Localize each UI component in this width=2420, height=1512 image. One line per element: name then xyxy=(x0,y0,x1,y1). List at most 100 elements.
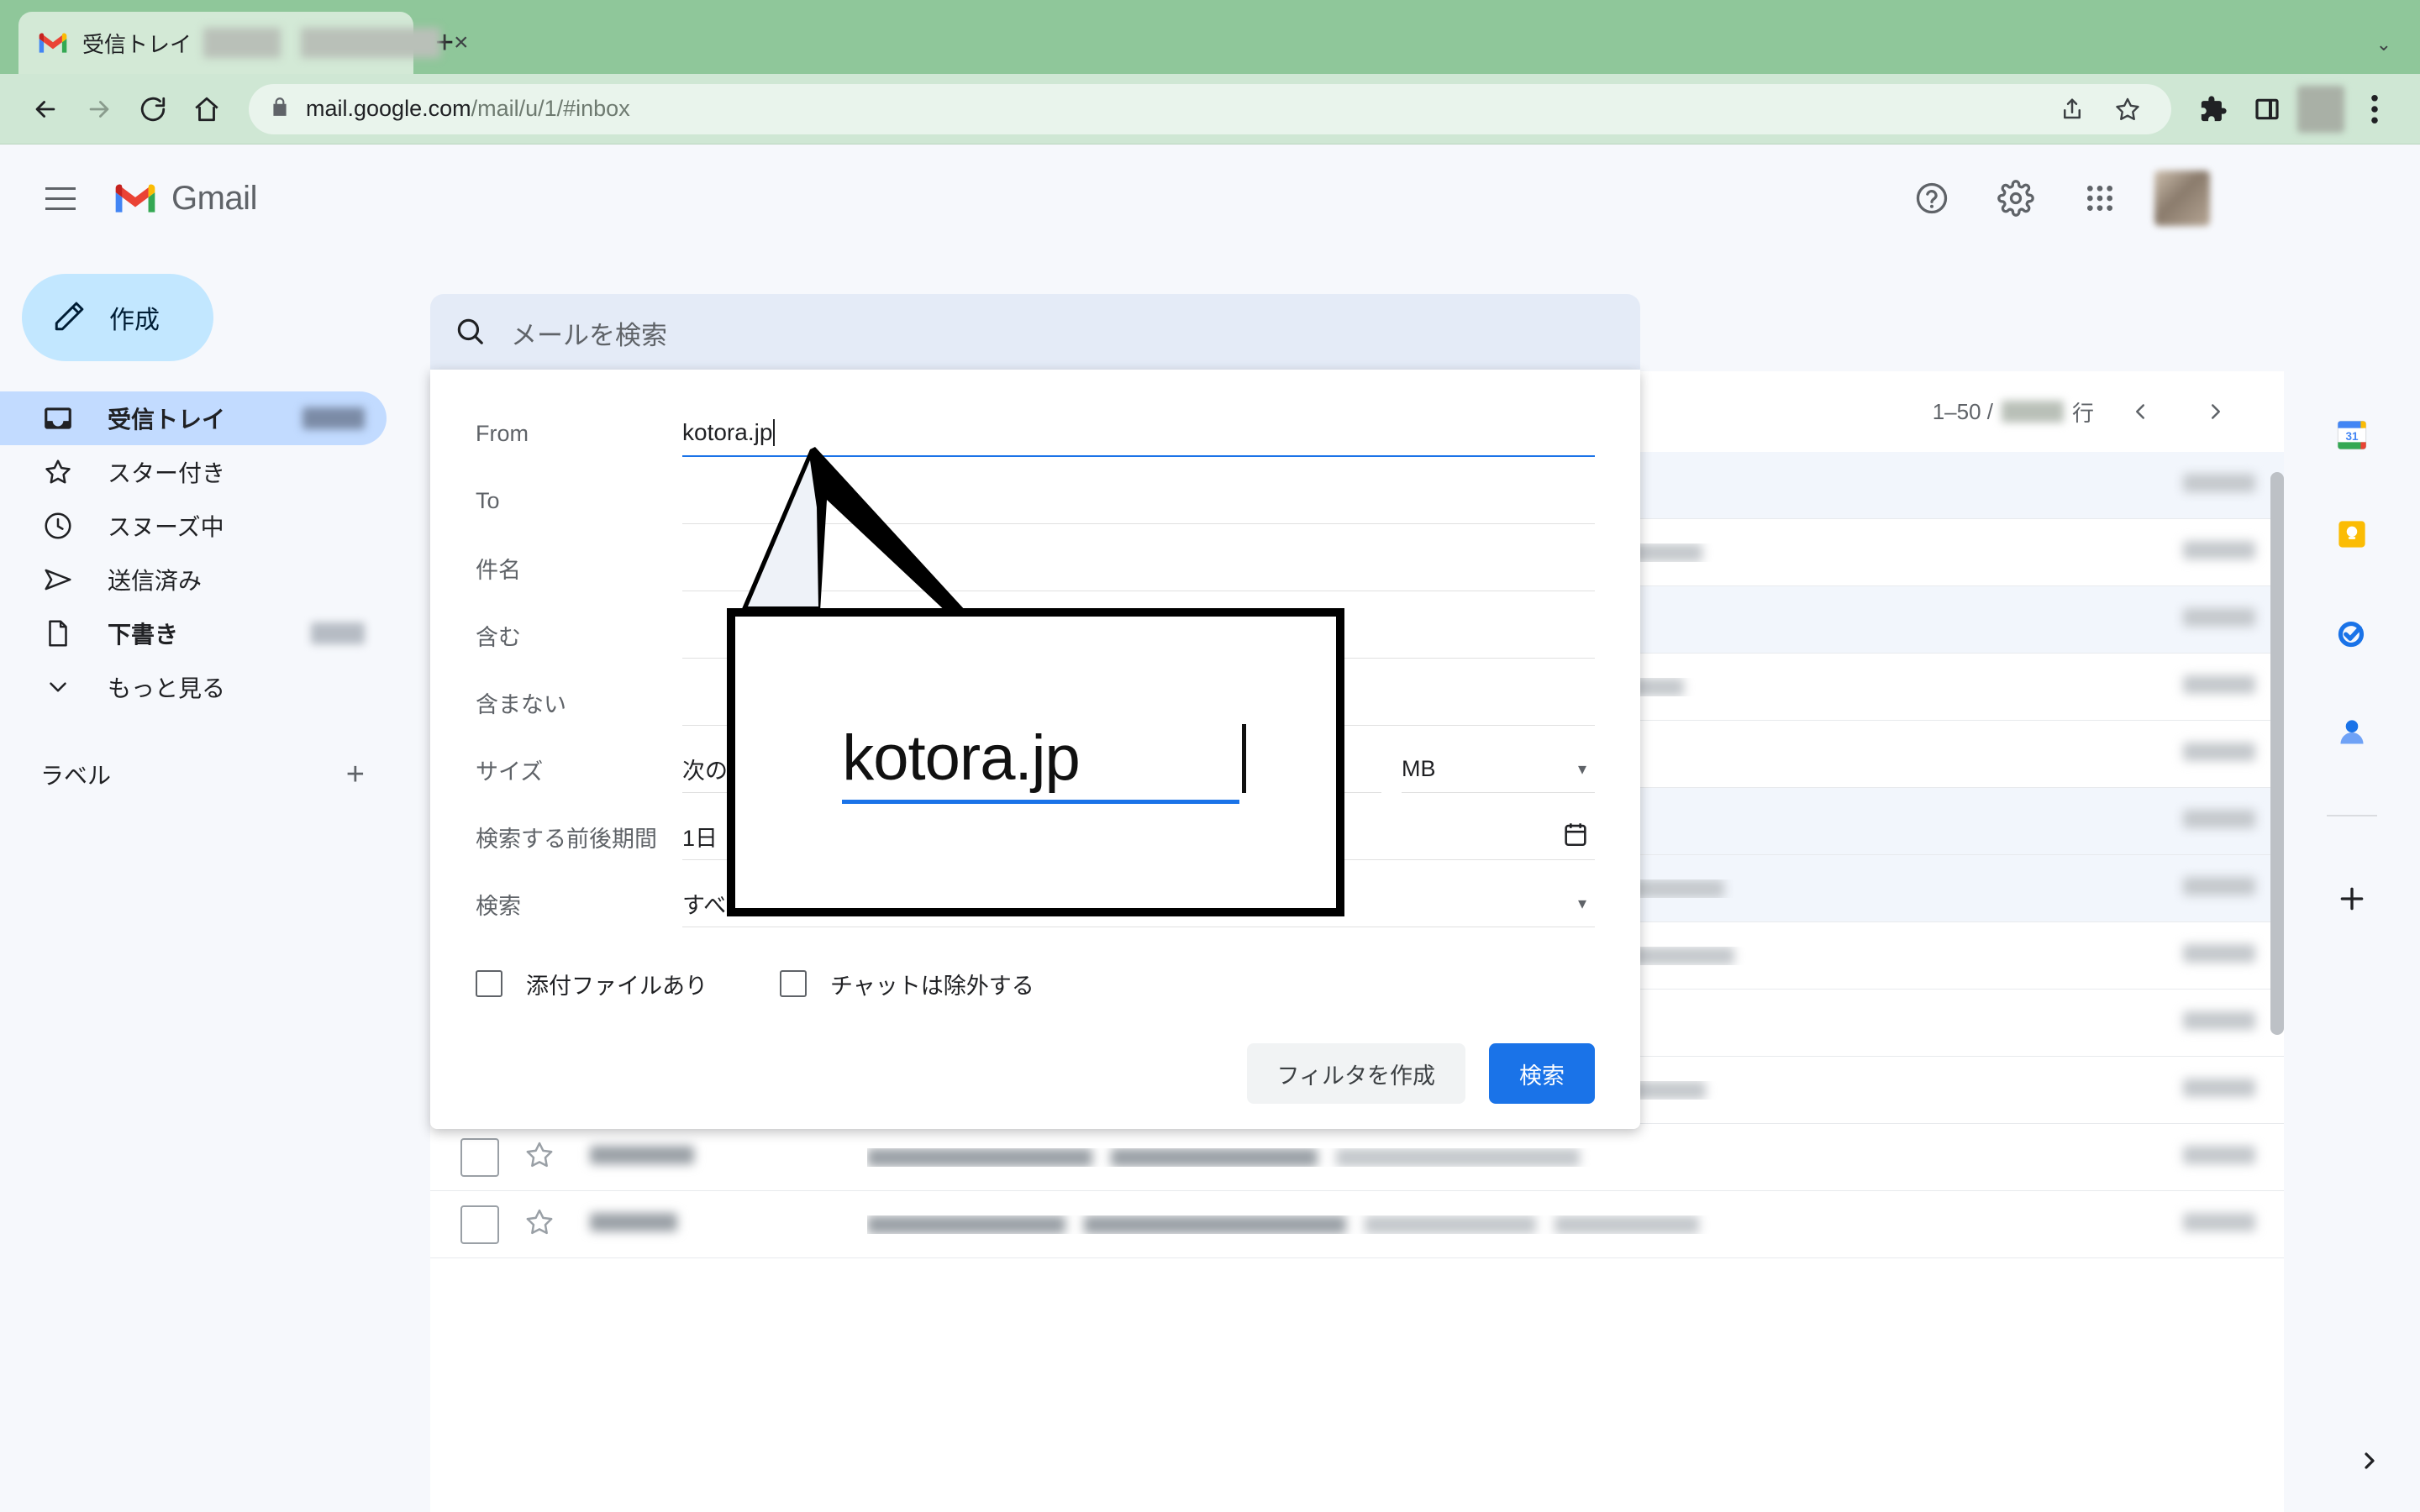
chevron-down-icon: ▾ xyxy=(1577,760,1586,779)
help-icon[interactable] xyxy=(1902,169,1961,228)
mail-list-scrollbar[interactable] xyxy=(2270,472,2284,1035)
gmail-header: Gmail xyxy=(0,144,2420,252)
field-excludes-label: 含まない xyxy=(476,691,566,717)
puzzle-icon[interactable] xyxy=(2190,86,2237,133)
tab-close-icon[interactable]: × xyxy=(454,30,469,55)
lock-icon xyxy=(269,94,291,123)
sidebar-item-more[interactable]: もっと見る xyxy=(0,660,387,714)
reload-icon[interactable] xyxy=(129,86,176,133)
sidebar-item-inbox[interactable]: 受信トレイ xyxy=(0,391,387,445)
row-date-redacted xyxy=(2183,743,2284,765)
row-star-icon[interactable] xyxy=(523,1205,561,1243)
inbox-icon xyxy=(40,402,76,434)
sidebar-item-starred[interactable]: スター付き xyxy=(0,445,387,499)
exclude-chats-checkbox[interactable] xyxy=(780,970,807,997)
drafts-count-redacted xyxy=(311,622,365,644)
sidebar-item-label: もっと見る xyxy=(108,675,226,701)
home-icon[interactable] xyxy=(183,86,230,133)
gear-icon[interactable] xyxy=(1986,169,2045,228)
url-host: mail.google.com xyxy=(306,96,471,121)
row-star-icon[interactable] xyxy=(523,1138,561,1176)
sidebar-item-snoozed[interactable]: スヌーズ中 xyxy=(0,499,387,553)
browser-chrome: 受信トレイ × + ⌄ mail.google.com/mail/u/1/#in… xyxy=(0,0,2420,144)
forward-arrow-icon[interactable] xyxy=(76,86,123,133)
compose-label: 作成 xyxy=(109,307,160,334)
back-arrow-icon[interactable] xyxy=(22,86,69,133)
gmail-logo[interactable]: Gmail xyxy=(113,180,257,218)
row-select-checkbox[interactable] xyxy=(460,1137,499,1177)
tab-title: 受信トレイ xyxy=(82,28,441,59)
exclude-chats-label: チャットは除外する xyxy=(830,973,1034,999)
field-size-label: サイズ xyxy=(476,759,544,785)
rail-divider xyxy=(2327,815,2377,816)
compose-button[interactable]: 作成 xyxy=(22,274,213,361)
size-unit-select[interactable]: MB ▾ xyxy=(1402,746,1595,793)
omnibox[interactable]: mail.google.com/mail/u/1/#inbox xyxy=(249,83,2171,134)
avatar[interactable] xyxy=(2154,171,2210,226)
field-subject-label: 件名 xyxy=(476,557,521,583)
pencil-icon xyxy=(52,298,87,338)
star-outline-icon[interactable] xyxy=(2104,86,2151,133)
google-contacts-icon[interactable] xyxy=(2328,709,2375,756)
expand-panel-button[interactable] xyxy=(2356,1447,2383,1482)
field-to-label: To xyxy=(476,487,500,513)
window-controls-caret-icon[interactable]: ⌄ xyxy=(2376,34,2391,55)
field-date-range-label: 検索する前後期間 xyxy=(476,826,657,852)
sidebar-item-sent[interactable]: 送信済み xyxy=(0,553,387,606)
apps-grid-icon[interactable] xyxy=(2070,169,2129,228)
has-attachment-checkbox[interactable] xyxy=(476,970,502,997)
calendar-icon[interactable] xyxy=(1561,820,1590,854)
search-bar[interactable]: メールを検索 xyxy=(430,294,1640,371)
google-keep-icon[interactable] xyxy=(2328,511,2375,558)
has-attachment-label: 添付ファイルあり xyxy=(526,973,708,999)
add-label-button[interactable]: + xyxy=(346,759,365,790)
create-filter-button[interactable]: フィルタを作成 xyxy=(1246,1043,1465,1104)
send-icon xyxy=(40,564,76,596)
google-calendar-icon[interactable]: 31 xyxy=(2328,412,2375,459)
pagination-next-button[interactable] xyxy=(2186,382,2245,441)
search-input[interactable]: メールを検索 xyxy=(511,314,667,352)
hamburger-icon[interactable] xyxy=(30,168,91,228)
mail-row[interactable] xyxy=(430,1191,2284,1258)
browser-tab[interactable]: 受信トレイ × xyxy=(18,12,469,74)
draft-icon xyxy=(40,617,76,649)
chevron-down-icon: ▾ xyxy=(1577,895,1586,913)
gmail-app: Gmail 作成 受信トレイ スター付き スヌーズ中 送信済み 下書き もっと見… xyxy=(0,144,2420,1512)
gmail-logo-text: Gmail xyxy=(171,179,257,217)
pagination-total-redacted xyxy=(2001,401,2064,423)
sidebar-item-label: 受信トレイ xyxy=(108,407,226,433)
annotation-callout: kotora.jp xyxy=(727,608,1344,916)
add-app-button[interactable] xyxy=(2328,875,2375,922)
row-date-redacted xyxy=(2183,541,2284,564)
share-icon[interactable] xyxy=(2049,86,2096,133)
google-tasks-icon[interactable] xyxy=(2328,610,2375,657)
sidebar-item-label: スヌーズ中 xyxy=(108,514,224,540)
pagination-prev-button[interactable] xyxy=(2111,382,2170,441)
sidebar-item-drafts[interactable]: 下書き xyxy=(0,606,387,660)
search-button[interactable]: 検索 xyxy=(1489,1043,1595,1104)
three-dot-menu-icon[interactable] xyxy=(2351,86,2398,133)
size-unit-value: MB xyxy=(1402,756,1436,781)
row-subject-redacted xyxy=(867,1147,2163,1167)
row-date-redacted xyxy=(2183,877,2284,900)
tab-strip: 受信トレイ × + ⌄ xyxy=(0,0,2420,74)
text-caret xyxy=(773,419,776,446)
row-date-redacted xyxy=(2183,1213,2284,1236)
annotation-callout-text: kotora.jp xyxy=(842,722,1239,804)
tab-title-redacted-1 xyxy=(203,28,281,58)
row-sender-redacted xyxy=(590,1146,867,1168)
date-period-value: 1日 xyxy=(682,826,718,851)
chevron-down-icon xyxy=(40,673,76,701)
row-date-redacted xyxy=(2183,608,2284,631)
search-panel-checkboxes: 添付ファイルあり チャットは除外する xyxy=(476,954,1595,1013)
sidebar-item-label: 下書き xyxy=(108,622,179,648)
side-panel-icon[interactable] xyxy=(2244,86,2291,133)
row-sender-redacted xyxy=(590,1213,867,1236)
sidebar: 作成 受信トレイ スター付き スヌーズ中 送信済み 下書き もっと見る ラベル … xyxy=(0,252,430,1512)
mail-row[interactable] xyxy=(430,1124,2284,1191)
clock-icon xyxy=(40,510,76,542)
row-select-checkbox[interactable] xyxy=(460,1205,499,1244)
sidebar-nav: 受信トレイ スター付き スヌーズ中 送信済み 下書き もっと見る xyxy=(0,391,430,714)
row-date-redacted xyxy=(2183,944,2284,967)
browser-profile-avatar[interactable] xyxy=(2297,85,2344,133)
